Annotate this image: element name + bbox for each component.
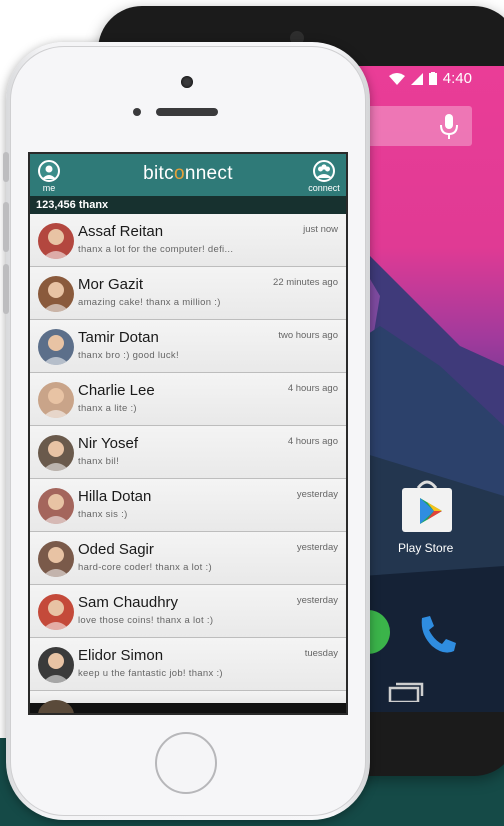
microphone-icon[interactable] — [440, 114, 458, 140]
connect-button[interactable]: connect — [306, 160, 342, 193]
wifi-icon — [388, 72, 405, 85]
contact-name: Charlie Lee — [78, 382, 155, 399]
play-store-icon[interactable] — [400, 478, 454, 534]
battery-icon — [428, 72, 437, 85]
home-button[interactable] — [155, 732, 217, 794]
contact-list: Assaf Reitan thanx a lot for the compute… — [30, 214, 346, 713]
contact-name: Hilla Dotan — [78, 488, 152, 505]
mute-switch — [3, 152, 9, 182]
volume-up-button — [3, 202, 9, 252]
avatar — [38, 435, 74, 471]
thanx-balance: 123,456 thanx — [30, 196, 346, 214]
volume-down-button — [3, 264, 9, 314]
contact-row[interactable]: Nir Yosef thanx bil! 4 hours ago — [30, 426, 346, 479]
contact-time: 22 minutes ago — [273, 277, 338, 288]
contact-name: Mor Gazit — [78, 276, 144, 293]
contact-name: Elidor Simon — [78, 647, 164, 664]
contact-row[interactable]: Oded Sagir hard-core coder! thanx a lot … — [30, 532, 346, 585]
earpiece-speaker — [156, 108, 218, 116]
contact-name: Oded Sagir — [78, 541, 154, 558]
contact-row-partial[interactable] — [30, 691, 346, 713]
contact-name: Nir Yosef — [78, 435, 139, 452]
phone-dialer-icon[interactable] — [414, 612, 460, 658]
connect-label: connect — [308, 183, 340, 193]
contact-row[interactable]: Mor Gazit amazing cake! thanx a million … — [30, 267, 346, 320]
contact-message: keep u the fantastic job! thanx :) — [78, 668, 223, 679]
recent-apps-icon[interactable] — [388, 680, 424, 702]
contact-time: two hours ago — [278, 330, 338, 341]
contact-message: thanx sis :) — [78, 509, 128, 520]
contact-message: thanx bro :) good luck! — [78, 350, 179, 361]
contact-row[interactable]: Tamir Dotan thanx bro :) good luck! two … — [30, 320, 346, 373]
avatar — [38, 276, 74, 312]
avatar — [38, 594, 74, 630]
avatar — [38, 488, 74, 524]
avatar — [38, 700, 74, 713]
contact-name: Sam Chaudhry — [78, 594, 179, 611]
contact-time: 4 hours ago — [287, 436, 338, 447]
contact-row[interactable]: Assaf Reitan thanx a lot for the compute… — [30, 214, 346, 267]
contact-row[interactable]: Sam Chaudhry love those coins! thanx a l… — [30, 585, 346, 638]
contact-message: thanx a lite :) — [78, 403, 137, 414]
contact-row[interactable]: Hilla Dotan thanx sis :) yesterday — [30, 479, 346, 532]
contact-row[interactable]: Elidor Simon keep u the fantastic job! t… — [30, 638, 346, 691]
android-status-bar: 4:40 — [388, 70, 472, 87]
contact-message: amazing cake! thanx a million :) — [78, 297, 221, 308]
avatar — [38, 382, 74, 418]
contact-time: yesterday — [296, 542, 338, 553]
contact-time: yesterday — [296, 595, 338, 606]
logo-text-left: bitc — [143, 163, 174, 184]
avatar — [38, 223, 74, 259]
play-store-label[interactable]: Play Store — [398, 541, 478, 555]
app-header: me bitconnect connect — [30, 154, 346, 196]
contact-time: yesterday — [296, 489, 338, 500]
front-camera — [181, 76, 193, 88]
avatar — [38, 647, 74, 683]
logo-text-o: o — [173, 163, 185, 184]
contact-name: Tamir Dotan — [78, 329, 159, 346]
contact-time: just now — [303, 224, 338, 235]
bitconnect-logo: bitconnect — [30, 163, 346, 185]
contact-time: 4 hours ago — [287, 383, 338, 394]
contact-message: thanx bil! — [78, 456, 120, 467]
signal-icon — [410, 72, 423, 85]
contact-message: hard-core coder! thanx a lot :) — [78, 562, 212, 573]
contact-time: tuesday — [304, 648, 338, 659]
avatar — [38, 329, 74, 365]
logo-text-right: nnect — [184, 163, 233, 184]
avatar — [38, 541, 74, 577]
proximity-sensor — [133, 108, 141, 116]
contact-message: thanx a lot for the computer! defi... — [78, 244, 234, 255]
group-icon — [313, 160, 335, 182]
bitconnect-app-screen: me bitconnect connect 123,456 thanx Assa… — [28, 152, 348, 715]
android-clock: 4:40 — [442, 70, 472, 87]
contact-name: Assaf Reitan — [78, 223, 164, 240]
contact-message: love those coins! thanx a lot :) — [78, 615, 214, 626]
contact-row[interactable]: Charlie Lee thanx a lite :) 4 hours ago — [30, 373, 346, 426]
